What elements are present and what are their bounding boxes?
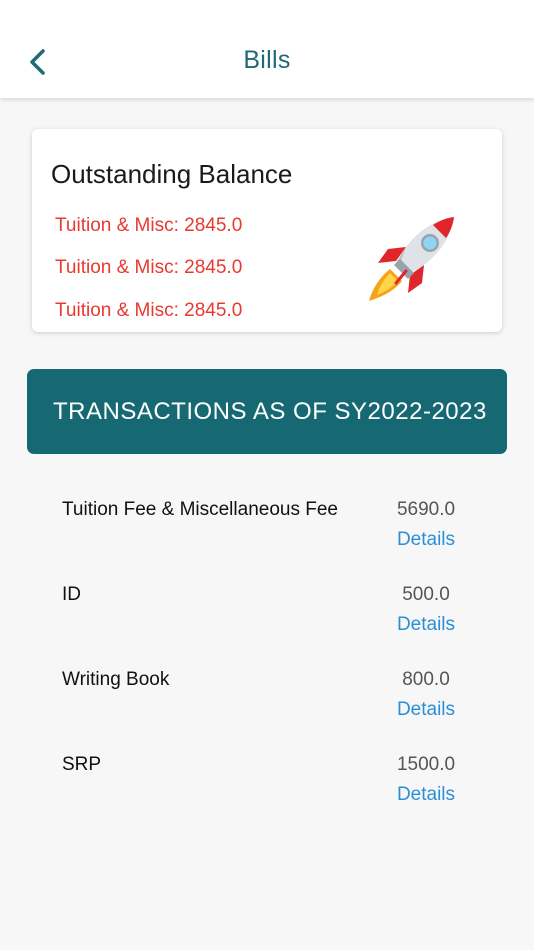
transaction-row: Tuition Fee & Miscellaneous Fee 5690.0 D… — [0, 499, 534, 579]
transaction-amount: 500.0 — [402, 584, 450, 605]
transaction-name: ID — [62, 584, 81, 605]
page-title: Bills — [243, 46, 291, 74]
outstanding-balance-card: Outstanding Balance Tuition & Misc: 2845… — [32, 129, 502, 332]
details-link[interactable]: Details — [374, 784, 478, 806]
rocket-icon — [369, 217, 454, 301]
transaction-amount: 800.0 — [402, 669, 450, 690]
transactions-banner: TRANSACTIONS AS OF SY2022-2023 — [27, 369, 507, 454]
transaction-row: SRP 1500.0 Details — [0, 754, 534, 834]
transaction-row: Writing Book 800.0 Details — [0, 669, 534, 749]
transaction-row: ID 500.0 Details — [0, 584, 534, 664]
balance-line: Tuition & Misc: 2845.0 — [55, 215, 243, 236]
balance-line: Tuition & Misc: 2845.0 — [55, 300, 243, 321]
app-header: Bills — [0, 0, 534, 98]
banner-text: TRANSACTIONS AS OF SY2022-2023 — [53, 397, 487, 425]
details-link[interactable]: Details — [374, 699, 478, 721]
balance-title: Outstanding Balance — [51, 159, 293, 189]
transaction-name: SRP — [62, 754, 102, 775]
transaction-amount: 5690.0 — [396, 499, 456, 520]
transaction-name: Tuition Fee & Miscellaneous Fee — [62, 499, 338, 520]
balance-line: Tuition & Misc: 2845.0 — [55, 257, 243, 278]
details-link[interactable]: Details — [374, 614, 478, 636]
transaction-name: Writing Book — [62, 669, 170, 690]
details-link[interactable]: Details — [374, 529, 478, 551]
transaction-amount: 1500.0 — [396, 754, 456, 775]
